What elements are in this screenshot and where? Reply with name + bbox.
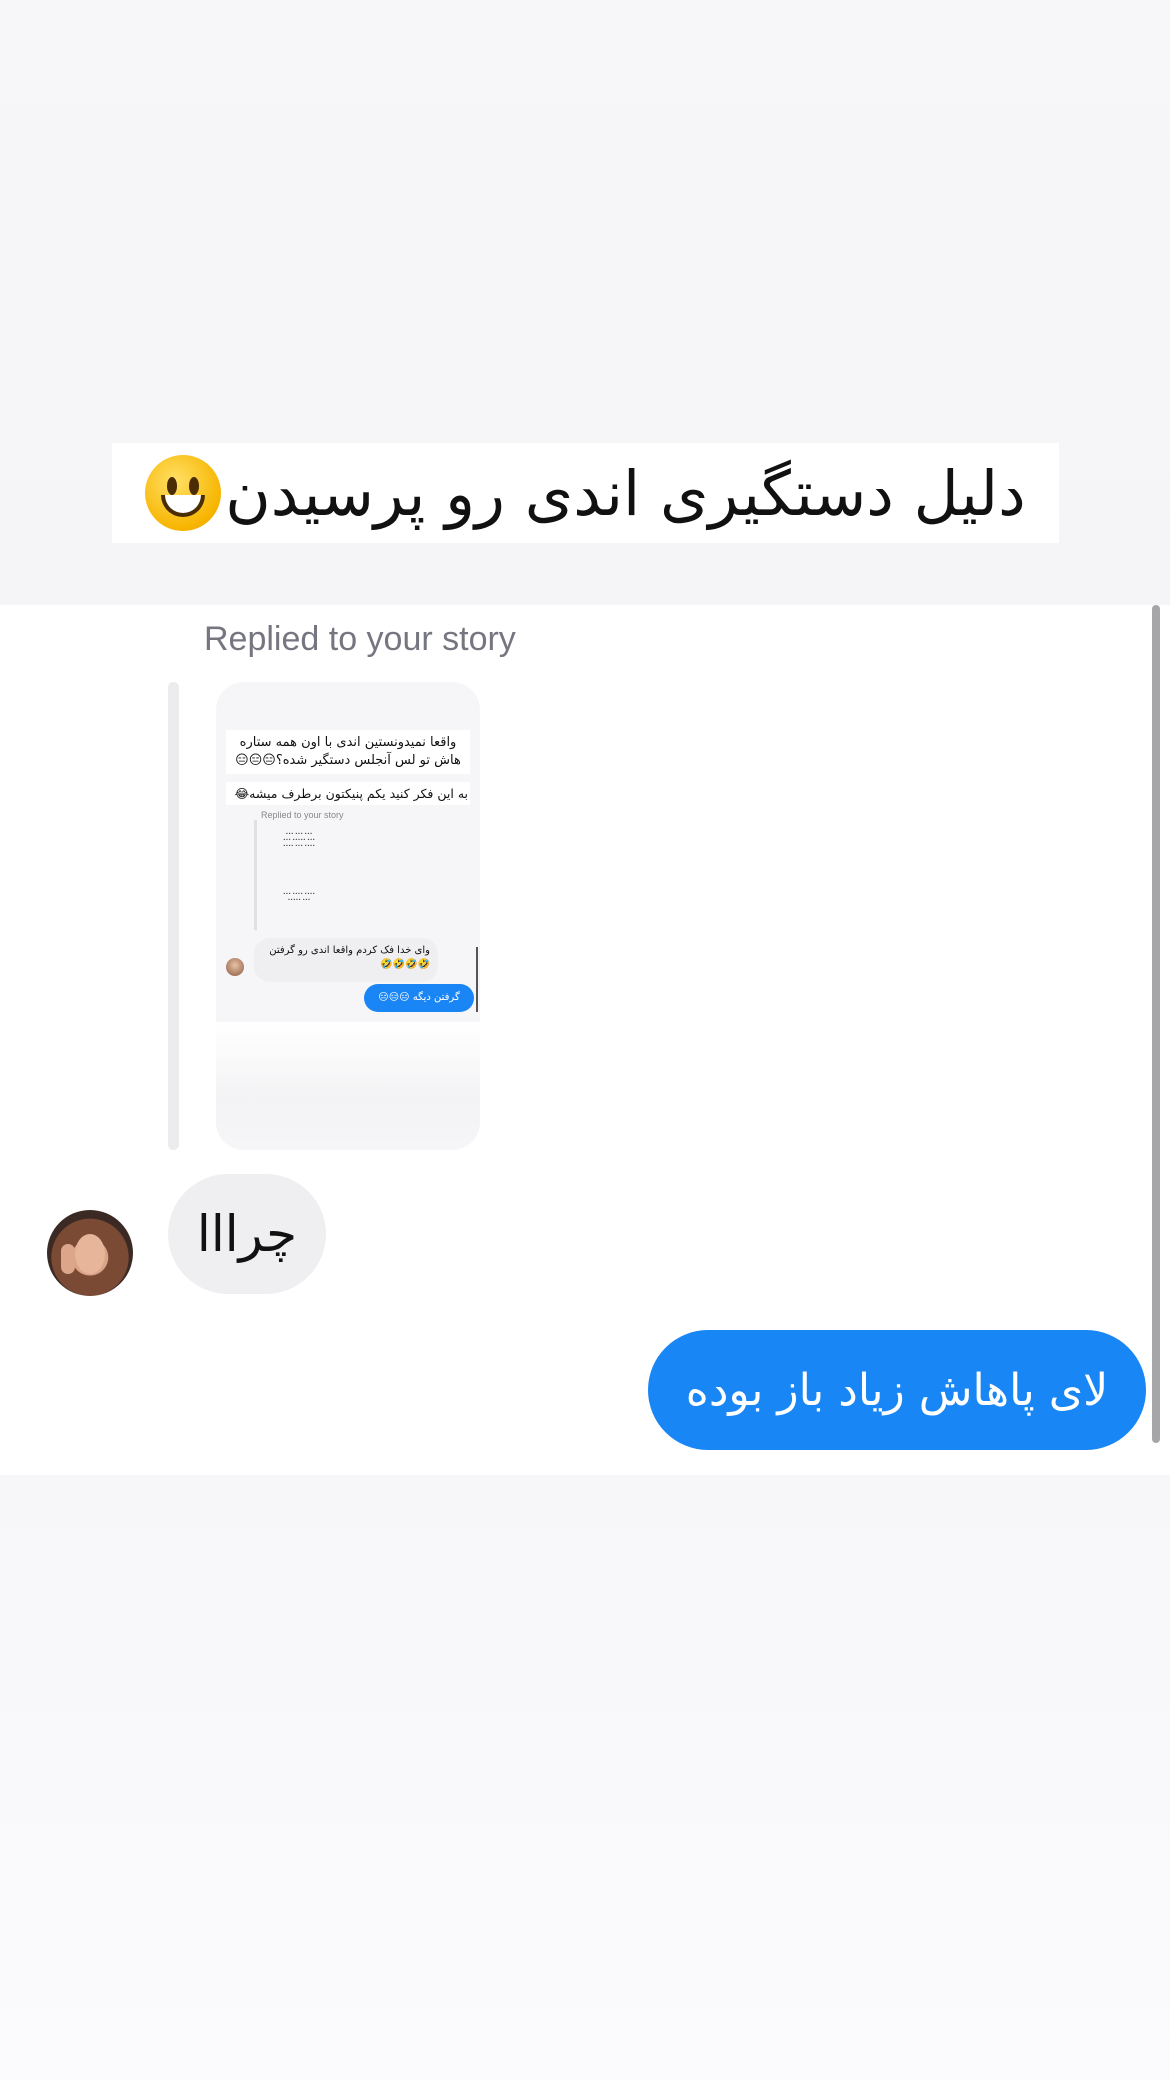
thumb-mini-text: ••• ••• ••• ••• ••••• ••• •••• ••• •••• — [282, 832, 316, 849]
thumb-outgoing-bubble: گرفتن دیگه 😑😑😑 — [364, 984, 474, 1012]
thumb-incoming-bubble: وای خدا فک کردم واقعا اندی رو گرفتن 🤣🤣🤣🤣 — [254, 938, 438, 982]
scrollbar[interactable] — [1152, 605, 1160, 1443]
story-thumbnail[interactable]: واقعا نمیدونستین اندی با اون همه ستاره ه… — [216, 682, 480, 1150]
avatar[interactable] — [47, 1210, 133, 1296]
thumb-bottom-fade — [216, 1022, 480, 1150]
reply-indicator-bar — [168, 682, 179, 1150]
grinning-face-icon — [145, 455, 222, 531]
thumb-reply-bar — [254, 820, 257, 930]
replied-to-story-label: Replied to your story — [204, 620, 516, 658]
avatar-face — [75, 1234, 105, 1274]
incoming-message-bubble[interactable]: چرااا — [168, 1174, 326, 1294]
outgoing-message-bubble[interactable]: لای پاهاش زیاد باز بوده — [648, 1330, 1146, 1450]
avatar-hand — [61, 1244, 75, 1274]
thumb-divider — [476, 947, 478, 1012]
thumb-caption-line1: واقعا نمیدونستین اندی با اون همه ستاره ه… — [226, 730, 470, 774]
thumb-caption-line2: به این فکر کنید یکم پنیکتون برطرف میشه😂 — [226, 782, 470, 805]
caption-text: دلیل دستگیری اندی رو پرسیدن — [225, 456, 1026, 530]
caption-banner: دلیل دستگیری اندی رو پرسیدن — [112, 443, 1059, 543]
bottom-background — [0, 1475, 1170, 2080]
thumb-avatar — [226, 958, 244, 976]
thumb-mini-text-2: •••• •••• ••• ••• ••••• — [282, 892, 316, 903]
thumb-replied-label: Replied to your story — [261, 810, 344, 820]
